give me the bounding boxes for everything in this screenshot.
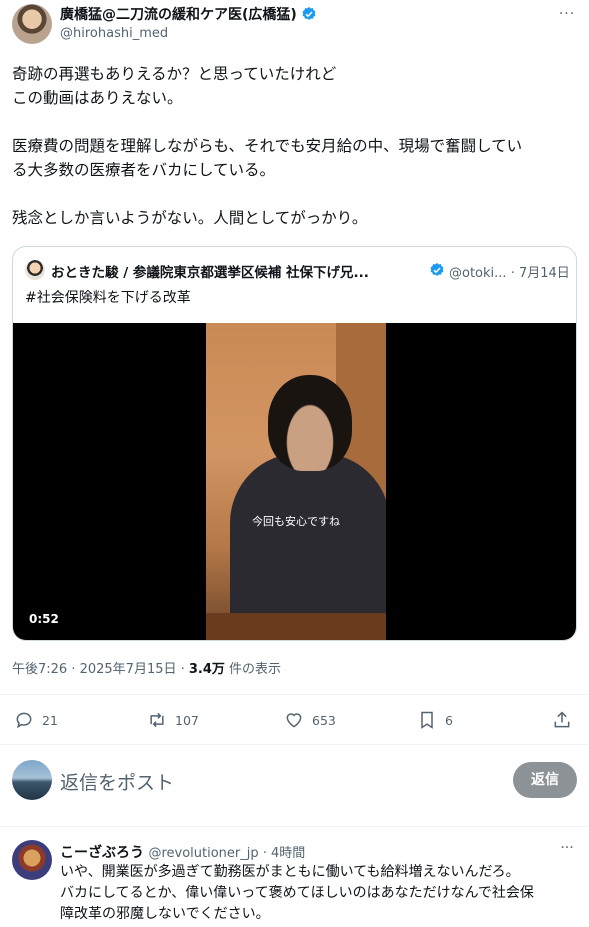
reply-action[interactable]: 21 xyxy=(14,706,58,734)
verified-badge-icon xyxy=(302,7,316,20)
bookmark-count: 6 xyxy=(445,712,453,728)
divider xyxy=(0,826,589,827)
reply-text-line: 障改革の邪魔しないでください。 xyxy=(60,906,270,922)
heart-icon xyxy=(286,713,302,728)
video-subtitle: 今回も安心ですね xyxy=(252,515,340,528)
author-handle[interactable]: @hirohashi_med xyxy=(60,26,168,41)
repost-action[interactable]: 107 xyxy=(147,706,199,734)
repost-icon xyxy=(150,712,164,728)
bookmark-icon xyxy=(421,711,433,729)
reply-header: こーざぶろう @revolutioner_jp · 4時間 xyxy=(60,842,305,862)
video-table xyxy=(206,613,386,640)
post-text: 奇跡の再選もありえるか？と思っていたけれど この動画はありえない。 医療費の問題… xyxy=(12,62,577,230)
reply-count: 21 xyxy=(42,712,58,728)
reply-text-line: バカにしてるとか、偉い偉いって褒めてほしいのはあなただけなんで社会保 xyxy=(60,885,534,901)
reply-author-name[interactable]: こーざぶろう xyxy=(60,845,144,861)
reply-author-avatar[interactable] xyxy=(12,840,52,880)
like-count: 653 xyxy=(312,712,336,728)
reply-text-line: いや、開業医が多過ぎて勤務医がまともに働いても給料増えないんだろ。 xyxy=(60,864,520,880)
quoted-post-text[interactable]: #社会保険料を下げる改革 xyxy=(25,287,191,307)
reply-text: いや、開業医が多過ぎて勤務医がまともに働いても給料増えないんだろ。 バカにしてる… xyxy=(60,862,572,925)
share-icon xyxy=(554,711,570,728)
reply-icon xyxy=(16,712,32,729)
video-frame: 今回も安心ですね xyxy=(206,323,386,640)
post-text-line: 奇跡の再選もありえるか？と思っていたけれど xyxy=(12,65,337,83)
reply-post[interactable]: こーざぶろう @revolutioner_jp · 4時間 ··· いや、開業医… xyxy=(12,838,577,927)
reply-input[interactable]: 返信をポスト xyxy=(60,768,174,795)
more-options-icon[interactable]: ··· xyxy=(557,6,577,22)
quoted-post[interactable]: おときた駿 / 参議院東京都選挙区候補 社保下げ兄... @otoki... ·… xyxy=(12,246,577,641)
repost-count: 107 xyxy=(175,712,199,728)
view-count: 3.4万 xyxy=(188,662,225,677)
post-text-line: この動画はありえない。 xyxy=(12,89,183,107)
quoted-post-header: おときた駿 / 参議院東京都選挙区候補 社保下げ兄... @otoki... ·… xyxy=(25,259,570,281)
reply-button[interactable]: 返信 xyxy=(513,762,577,798)
video-person-body xyxy=(230,453,386,623)
divider xyxy=(0,694,589,695)
post-text-line: 残念としか言いようがない。人間としてがっかり。 xyxy=(12,209,368,227)
quoted-author-handle-date: @otoki... · 7月14日 xyxy=(449,262,570,281)
divider xyxy=(0,744,589,745)
video-duration: 0:52 xyxy=(29,612,59,626)
more-options-icon[interactable]: ··· xyxy=(557,840,577,856)
video-person-head xyxy=(268,375,352,471)
post-text-line: 医療費の問題を理解しながらも、それでも安月給の中、現場で奮闘してい xyxy=(12,137,523,155)
post-header: 廣橋猛@二刀流の緩和ケア医(広橋猛) @hirohashi_med ··· xyxy=(12,4,577,48)
action-bar: 21 107 653 6 xyxy=(12,706,577,734)
verified-badge-icon xyxy=(430,263,444,276)
author-avatar[interactable] xyxy=(12,4,52,44)
post-text-line: る大多数の医療者をバカにしている。 xyxy=(12,161,276,179)
view-label: 件の表示 xyxy=(224,662,282,677)
post-meta: 午後7:26 · 2025年7月15日 · 3.4万 件の表示 xyxy=(12,658,281,677)
reply-author-handle[interactable]: @revolutioner_jp xyxy=(148,846,258,861)
like-action[interactable]: 653 xyxy=(284,706,336,734)
reply-time[interactable]: · 4時間 xyxy=(259,846,306,861)
quoted-post-date: · 7月14日 xyxy=(510,266,570,281)
quoted-author-avatar xyxy=(25,260,45,280)
post-timestamp[interactable]: 午後7:26 · 2025年7月15日 · xyxy=(12,662,189,677)
video-player[interactable]: 今回も安心ですね 0:52 xyxy=(13,323,576,640)
reply-composer: 返信をポスト 返信 xyxy=(12,758,577,802)
quoted-author-handle: @otoki... xyxy=(449,266,507,281)
quoted-author-name: おときた駿 / 参議院東京都選挙区候補 社保下げ兄... xyxy=(51,265,369,281)
bookmark-action[interactable]: 6 xyxy=(417,706,453,734)
author-display-name[interactable]: 廣橋猛@二刀流の緩和ケア医(広橋猛) xyxy=(60,4,297,24)
share-action[interactable] xyxy=(552,706,572,734)
author-name-row: 廣橋猛@二刀流の緩和ケア医(広橋猛) xyxy=(60,4,317,24)
current-user-avatar xyxy=(12,760,52,800)
